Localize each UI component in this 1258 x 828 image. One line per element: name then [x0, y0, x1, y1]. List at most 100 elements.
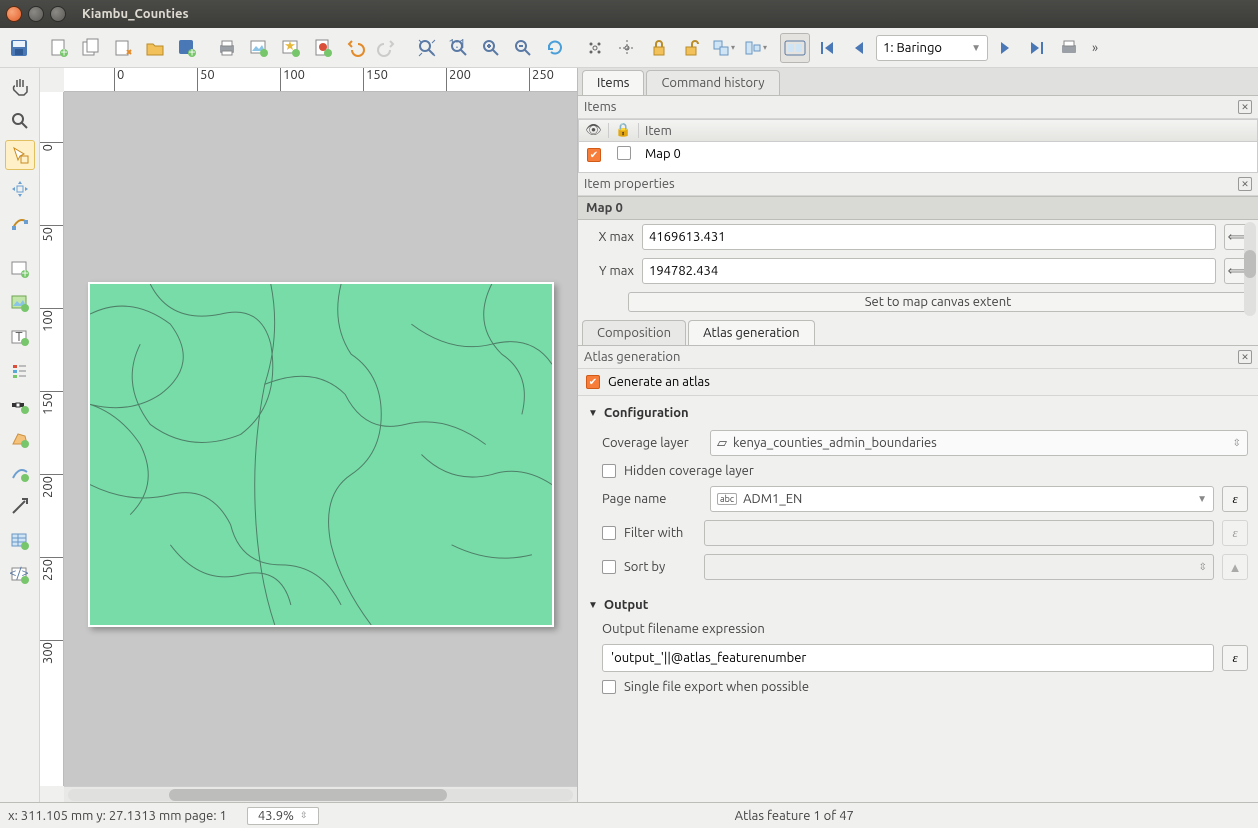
tab-atlas-generation[interactable]: Atlas generation [688, 320, 814, 345]
window-title: Kiambu_Counties [82, 7, 189, 21]
page-name-expression-button[interactable]: ε [1222, 486, 1248, 512]
output-header[interactable]: ▼Output [578, 592, 1258, 618]
add-label-tool[interactable]: T [5, 322, 35, 352]
snap-grid-button[interactable] [580, 33, 610, 63]
map-item[interactable] [90, 284, 552, 625]
atlas-next-button[interactable] [990, 33, 1020, 63]
composer-canvas[interactable] [64, 92, 577, 786]
atlas-preview-button[interactable] [780, 33, 810, 63]
set-extent-button[interactable]: Set to map canvas extent [628, 292, 1248, 312]
composer-manager-button[interactable] [108, 33, 138, 63]
atlas-last-button[interactable] [1022, 33, 1052, 63]
page-name-combo[interactable]: abc ADM1_EN ▼ [710, 486, 1214, 512]
lock-checkbox[interactable] [617, 146, 631, 160]
refresh-button[interactable] [540, 33, 570, 63]
align-button[interactable]: ▾ [740, 33, 770, 63]
single-file-checkbox[interactable] [602, 680, 616, 694]
edit-nodes-tool[interactable] [5, 208, 35, 238]
coverage-layer-combo[interactable]: ▱ kenya_counties_admin_boundaries ⇳ [710, 430, 1248, 456]
group-button[interactable]: ▾ [708, 33, 738, 63]
configuration-header[interactable]: ▼Configuration [578, 400, 1258, 426]
save-button[interactable] [4, 33, 34, 63]
atlas-feature-select[interactable]: 1: Baringo ▼ [876, 35, 988, 61]
xmax-label: X max [586, 230, 634, 244]
tab-command-history[interactable]: Command history [646, 70, 779, 95]
atlas-first-button[interactable] [812, 33, 842, 63]
unlock-button[interactable] [676, 33, 706, 63]
add-table-tool[interactable] [5, 526, 35, 556]
dropdown-icon: ⇳ [300, 810, 308, 821]
print-button[interactable] [212, 33, 242, 63]
snap-guides-button[interactable] [612, 33, 642, 63]
dropdown-icon: ⇳ [1233, 437, 1241, 449]
right-panel: Items Command history Items ✕ 👁 🔒 Item ✔… [577, 68, 1258, 802]
window-minimize-button[interactable] [28, 6, 44, 22]
visibility-checkbox[interactable]: ✔ [587, 148, 601, 162]
add-shape-tool[interactable] [5, 424, 35, 454]
item-name: Map 0 [639, 147, 1257, 161]
zoom-out-button[interactable] [508, 33, 538, 63]
new-composer-button[interactable]: + [44, 33, 74, 63]
move-content-tool[interactable] [5, 174, 35, 204]
table-row[interactable]: ✔ Map 0 [579, 142, 1257, 166]
add-legend-tool[interactable] [5, 356, 35, 386]
output-expression-button[interactable]: ε [1222, 645, 1248, 671]
canvas-area: -100-50050100150200250300 -100-500501001… [40, 68, 577, 802]
generate-atlas-label: Generate an atlas [608, 375, 710, 389]
zoom-tool[interactable] [5, 106, 35, 136]
select-tool[interactable] [5, 140, 35, 170]
sort-by-checkbox[interactable] [602, 560, 616, 574]
ymax-input[interactable] [642, 258, 1216, 284]
generate-atlas-checkbox[interactable]: ✔ [586, 375, 600, 389]
sort-direction-button[interactable]: ▲ [1222, 554, 1248, 580]
add-nodes-tool[interactable] [5, 458, 35, 488]
horizontal-scrollbar[interactable] [64, 786, 577, 802]
main-toolbar: + + ★ 1:1 ▾ ▾ 1: Baringo ▼ » [0, 28, 1258, 68]
open-template-button[interactable] [140, 33, 170, 63]
atlas-prev-button[interactable] [844, 33, 874, 63]
lock-column-icon: 🔒 [609, 123, 639, 138]
add-map-tool[interactable]: + [5, 254, 35, 284]
properties-scrollbar[interactable] [1244, 222, 1256, 316]
add-html-tool[interactable]: </> [5, 560, 35, 590]
add-scalebar-tool[interactable] [5, 390, 35, 420]
window-maximize-button[interactable] [50, 6, 66, 22]
export-svg-button[interactable]: ★ [276, 33, 306, 63]
left-toolbar: + T </> [0, 68, 40, 802]
export-pdf-button[interactable] [308, 33, 338, 63]
window-close-button[interactable] [6, 6, 22, 22]
zoom-combo[interactable]: 43.9%⇳ [247, 807, 319, 825]
tab-items[interactable]: Items [582, 70, 644, 95]
status-bar: x: 311.105 mm y: 27.1313 mm page: 1 43.9… [0, 802, 1258, 828]
undo-button[interactable] [340, 33, 370, 63]
export-image-button[interactable] [244, 33, 274, 63]
save-template-button[interactable]: + [172, 33, 202, 63]
duplicate-composer-button[interactable] [76, 33, 106, 63]
toolbar-overflow-button[interactable]: » [1086, 33, 1104, 63]
filter-with-checkbox[interactable] [602, 526, 616, 540]
svg-text:+: + [60, 45, 67, 58]
zoom-in-button[interactable] [476, 33, 506, 63]
xmax-input[interactable] [642, 224, 1216, 250]
window-titlebar: Kiambu_Counties [0, 0, 1258, 28]
sort-by-label: Sort by [624, 560, 696, 574]
output-filename-input[interactable] [602, 644, 1214, 672]
zoom-full-button[interactable] [412, 33, 442, 63]
item-properties-label: Item properties [584, 177, 675, 191]
lock-button[interactable] [644, 33, 674, 63]
hidden-coverage-checkbox[interactable] [602, 464, 616, 478]
add-image-tool[interactable] [5, 288, 35, 318]
atlas-header-label: Atlas generation [584, 350, 680, 364]
zoom-actual-button[interactable]: 1:1 [444, 33, 474, 63]
tab-composition[interactable]: Composition [582, 320, 686, 345]
close-panel-icon[interactable]: ✕ [1238, 350, 1252, 364]
close-panel-icon[interactable]: ✕ [1238, 177, 1252, 191]
close-panel-icon[interactable]: ✕ [1238, 100, 1252, 114]
output-expr-label: Output filename expression [602, 622, 765, 636]
pan-tool[interactable] [5, 72, 35, 102]
filter-expression-button[interactable]: ε [1222, 520, 1248, 546]
atlas-print-button[interactable] [1054, 33, 1084, 63]
ymax-label: Y max [586, 264, 634, 278]
redo-button[interactable] [372, 33, 402, 63]
add-arrow-tool[interactable] [5, 492, 35, 522]
